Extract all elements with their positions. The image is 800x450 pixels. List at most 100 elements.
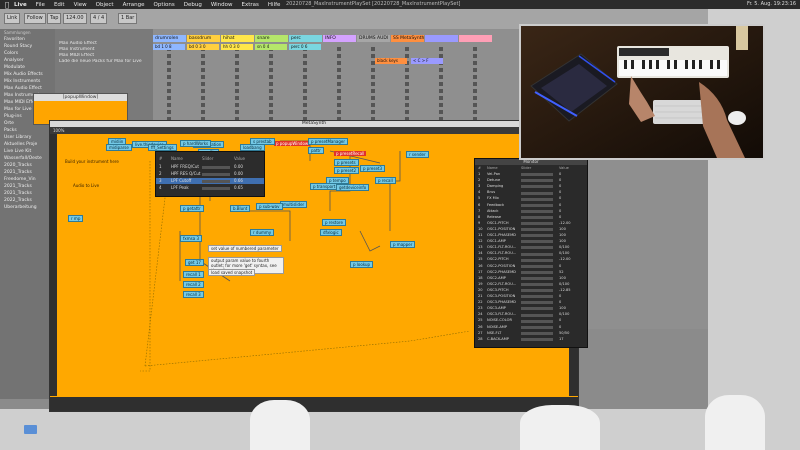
track-header[interactable]: perc <box>289 35 322 42</box>
monitor-row[interactable]: 27 NSE-FLT 50/50 <box>475 331 587 337</box>
monitor-row[interactable]: 20 OSC3-PITCH -12.85 <box>475 288 587 294</box>
clip-slot[interactable] <box>167 68 171 72</box>
message-box[interactable]: recall 1 <box>183 271 204 278</box>
clip-slot[interactable] <box>439 103 443 107</box>
clip-slot[interactable] <box>235 89 239 93</box>
clip-slot[interactable] <box>405 96 409 100</box>
clip-slot[interactable] <box>167 89 171 93</box>
max-object[interactable]: multislider <box>280 201 308 208</box>
clip-slot[interactable] <box>167 61 171 65</box>
max-object[interactable]: r dummy <box>250 229 275 236</box>
quantize-select[interactable]: 1 Bar <box>118 13 138 24</box>
clip-slot[interactable] <box>371 96 375 100</box>
max-object[interactable]: p presets <box>334 159 359 166</box>
max-object[interactable]: p popupWindow <box>274 141 311 146</box>
clip-slot[interactable] <box>269 110 273 114</box>
row-slider[interactable] <box>202 172 230 176</box>
monitor-row[interactable]: 25 NOISE-COLOR 0 <box>475 318 587 324</box>
max-object[interactable]: r sender <box>406 151 429 158</box>
menu-item-extras[interactable]: Extras <box>242 2 259 8</box>
browser-item[interactable]: Aktuelles Proje <box>0 141 55 148</box>
menu-item-file[interactable]: File <box>36 2 45 8</box>
menu-item-object[interactable]: Object <box>96 2 114 8</box>
browser-item[interactable]: Max Audio Effect <box>0 85 55 92</box>
clip-slot[interactable] <box>235 61 239 65</box>
track-header[interactable]: hihat <box>221 35 254 42</box>
clip-slot[interactable] <box>473 89 477 93</box>
clip-slot[interactable] <box>269 61 273 65</box>
clip-slot[interactable] <box>371 82 375 86</box>
link-button[interactable]: Link <box>4 13 21 24</box>
monitor-row[interactable]: 24 OSC3-FLT-ROU... 0/100 <box>475 312 587 318</box>
clip-slot[interactable] <box>269 75 273 79</box>
menu-item-arrange[interactable]: Arrange <box>123 2 145 8</box>
clip-slot[interactable] <box>201 68 205 72</box>
monitor-row[interactable]: 2 Detune 0 <box>475 178 587 184</box>
clip-slot[interactable] <box>269 68 273 72</box>
monitor-row[interactable]: 23 OSC3-AMP 100 <box>475 306 587 312</box>
clip-slot[interactable] <box>371 89 375 93</box>
clip-slot[interactable] <box>371 110 375 114</box>
row-slider[interactable] <box>521 185 553 189</box>
browser-item[interactable]: Modulate <box>0 64 55 71</box>
clip-slot[interactable] <box>405 82 409 86</box>
row-slider[interactable] <box>521 203 553 207</box>
clip-slot[interactable] <box>235 75 239 79</box>
browser-item[interactable]: 2020_Tracks <box>0 162 55 169</box>
clip-slot[interactable] <box>201 82 205 86</box>
monitor-row[interactable]: 17 OSC2-PHASEMD 52 <box>475 270 587 276</box>
row-slider[interactable] <box>521 246 553 250</box>
clip-slot[interactable] <box>201 89 205 93</box>
clip-slot[interactable] <box>337 103 341 107</box>
max-object[interactable]: midiparse <box>106 144 132 151</box>
time-signature[interactable]: 4 / 4 <box>90 13 108 24</box>
monitor-row[interactable]: 28 C-BACK-AMP 17 <box>475 337 587 343</box>
row-slider[interactable] <box>521 234 553 238</box>
browser-item[interactable]: Analyser <box>0 57 55 64</box>
monitor-row[interactable]: 15 OSC2-PITCH -12.00 <box>475 257 587 263</box>
row-slider[interactable] <box>521 331 553 335</box>
track-header[interactable]: drumrolen <box>153 35 186 42</box>
max-object[interactable]: s prestab <box>250 138 275 145</box>
max-object[interactable]: p recall <box>375 177 396 184</box>
browser-item[interactable]: 2021_Tracks <box>0 183 55 190</box>
max-object[interactable]: p lookup <box>350 261 374 268</box>
clip-slot[interactable] <box>269 103 273 107</box>
browser-item[interactable]: User Library <box>0 134 55 141</box>
clip-slot[interactable] <box>201 110 205 114</box>
browser-item[interactable]: 2022_Tracks <box>0 197 55 204</box>
monitor-row[interactable]: 22 OSC3-PHASEMD 0 <box>475 300 587 306</box>
monitor-row[interactable]: 14 OSC1-FLT-ROU... 0/100 <box>475 251 587 257</box>
track-header[interactable]: INFO <box>323 35 356 42</box>
row-slider[interactable] <box>202 186 230 190</box>
clip[interactable]: perc 0 6 <box>289 44 321 50</box>
max-object[interactable]: dfxlogic <box>320 229 342 236</box>
max-object[interactable]: p transport <box>310 183 339 190</box>
clip-slot[interactable] <box>337 54 341 58</box>
clip-slot[interactable] <box>473 47 477 51</box>
clip-slot[interactable] <box>235 68 239 72</box>
clip-slot[interactable] <box>235 103 239 107</box>
monitor-row[interactable]: 26 NOISE-AMP 0 <box>475 325 587 331</box>
clip-slot[interactable] <box>405 75 409 79</box>
monitor-row[interactable]: 9 OSC1-PITCH -12.00 <box>475 221 587 227</box>
clip-slot[interactable] <box>167 54 171 58</box>
max-object[interactable]: p hardWorks <box>180 140 212 147</box>
clip-slot[interactable] <box>337 47 341 51</box>
monitor-row[interactable]: 18 OSC2-AMP 100 <box>475 276 587 282</box>
tempo-field[interactable]: 124.00 <box>63 13 87 24</box>
row-slider[interactable] <box>521 325 553 329</box>
apple-menu-icon[interactable]:  <box>0 1 14 9</box>
row-slider[interactable] <box>521 179 553 183</box>
max-object[interactable]: fff_Settings <box>148 144 177 151</box>
clip-slot[interactable] <box>473 75 477 79</box>
clip-slot[interactable] <box>303 54 307 58</box>
follow-button[interactable]: Follow <box>24 13 46 24</box>
clip-slot[interactable] <box>201 61 205 65</box>
clip-slot[interactable] <box>303 96 307 100</box>
monitor-row[interactable]: 19 OSC2-FLT-ROU... 0/100 <box>475 282 587 288</box>
clip-slot[interactable] <box>473 68 477 72</box>
clip-slot[interactable] <box>405 110 409 114</box>
menu-item-hilfe[interactable]: Hilfe <box>268 2 281 8</box>
monitor-window[interactable]: Monitor # Name Slider Value 1 Vel-Pan 0 2 Detune 0… <box>474 158 588 348</box>
